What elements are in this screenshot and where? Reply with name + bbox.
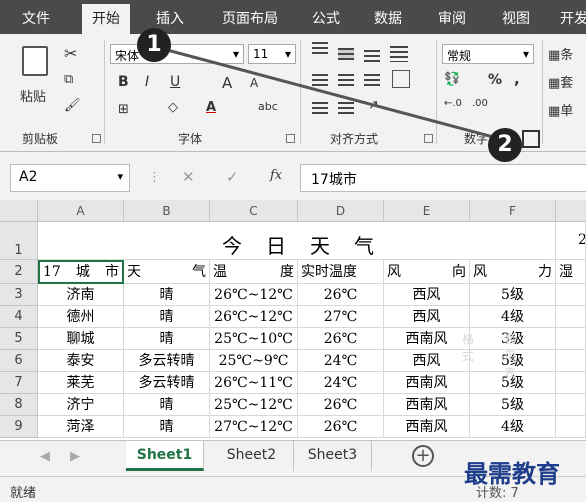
callout-connector	[151, 44, 513, 144]
callout-2: 2	[488, 128, 522, 162]
watermark: 最需教育	[464, 459, 560, 488]
callout-1: 1	[137, 28, 171, 62]
callout-lines	[151, 44, 513, 144]
